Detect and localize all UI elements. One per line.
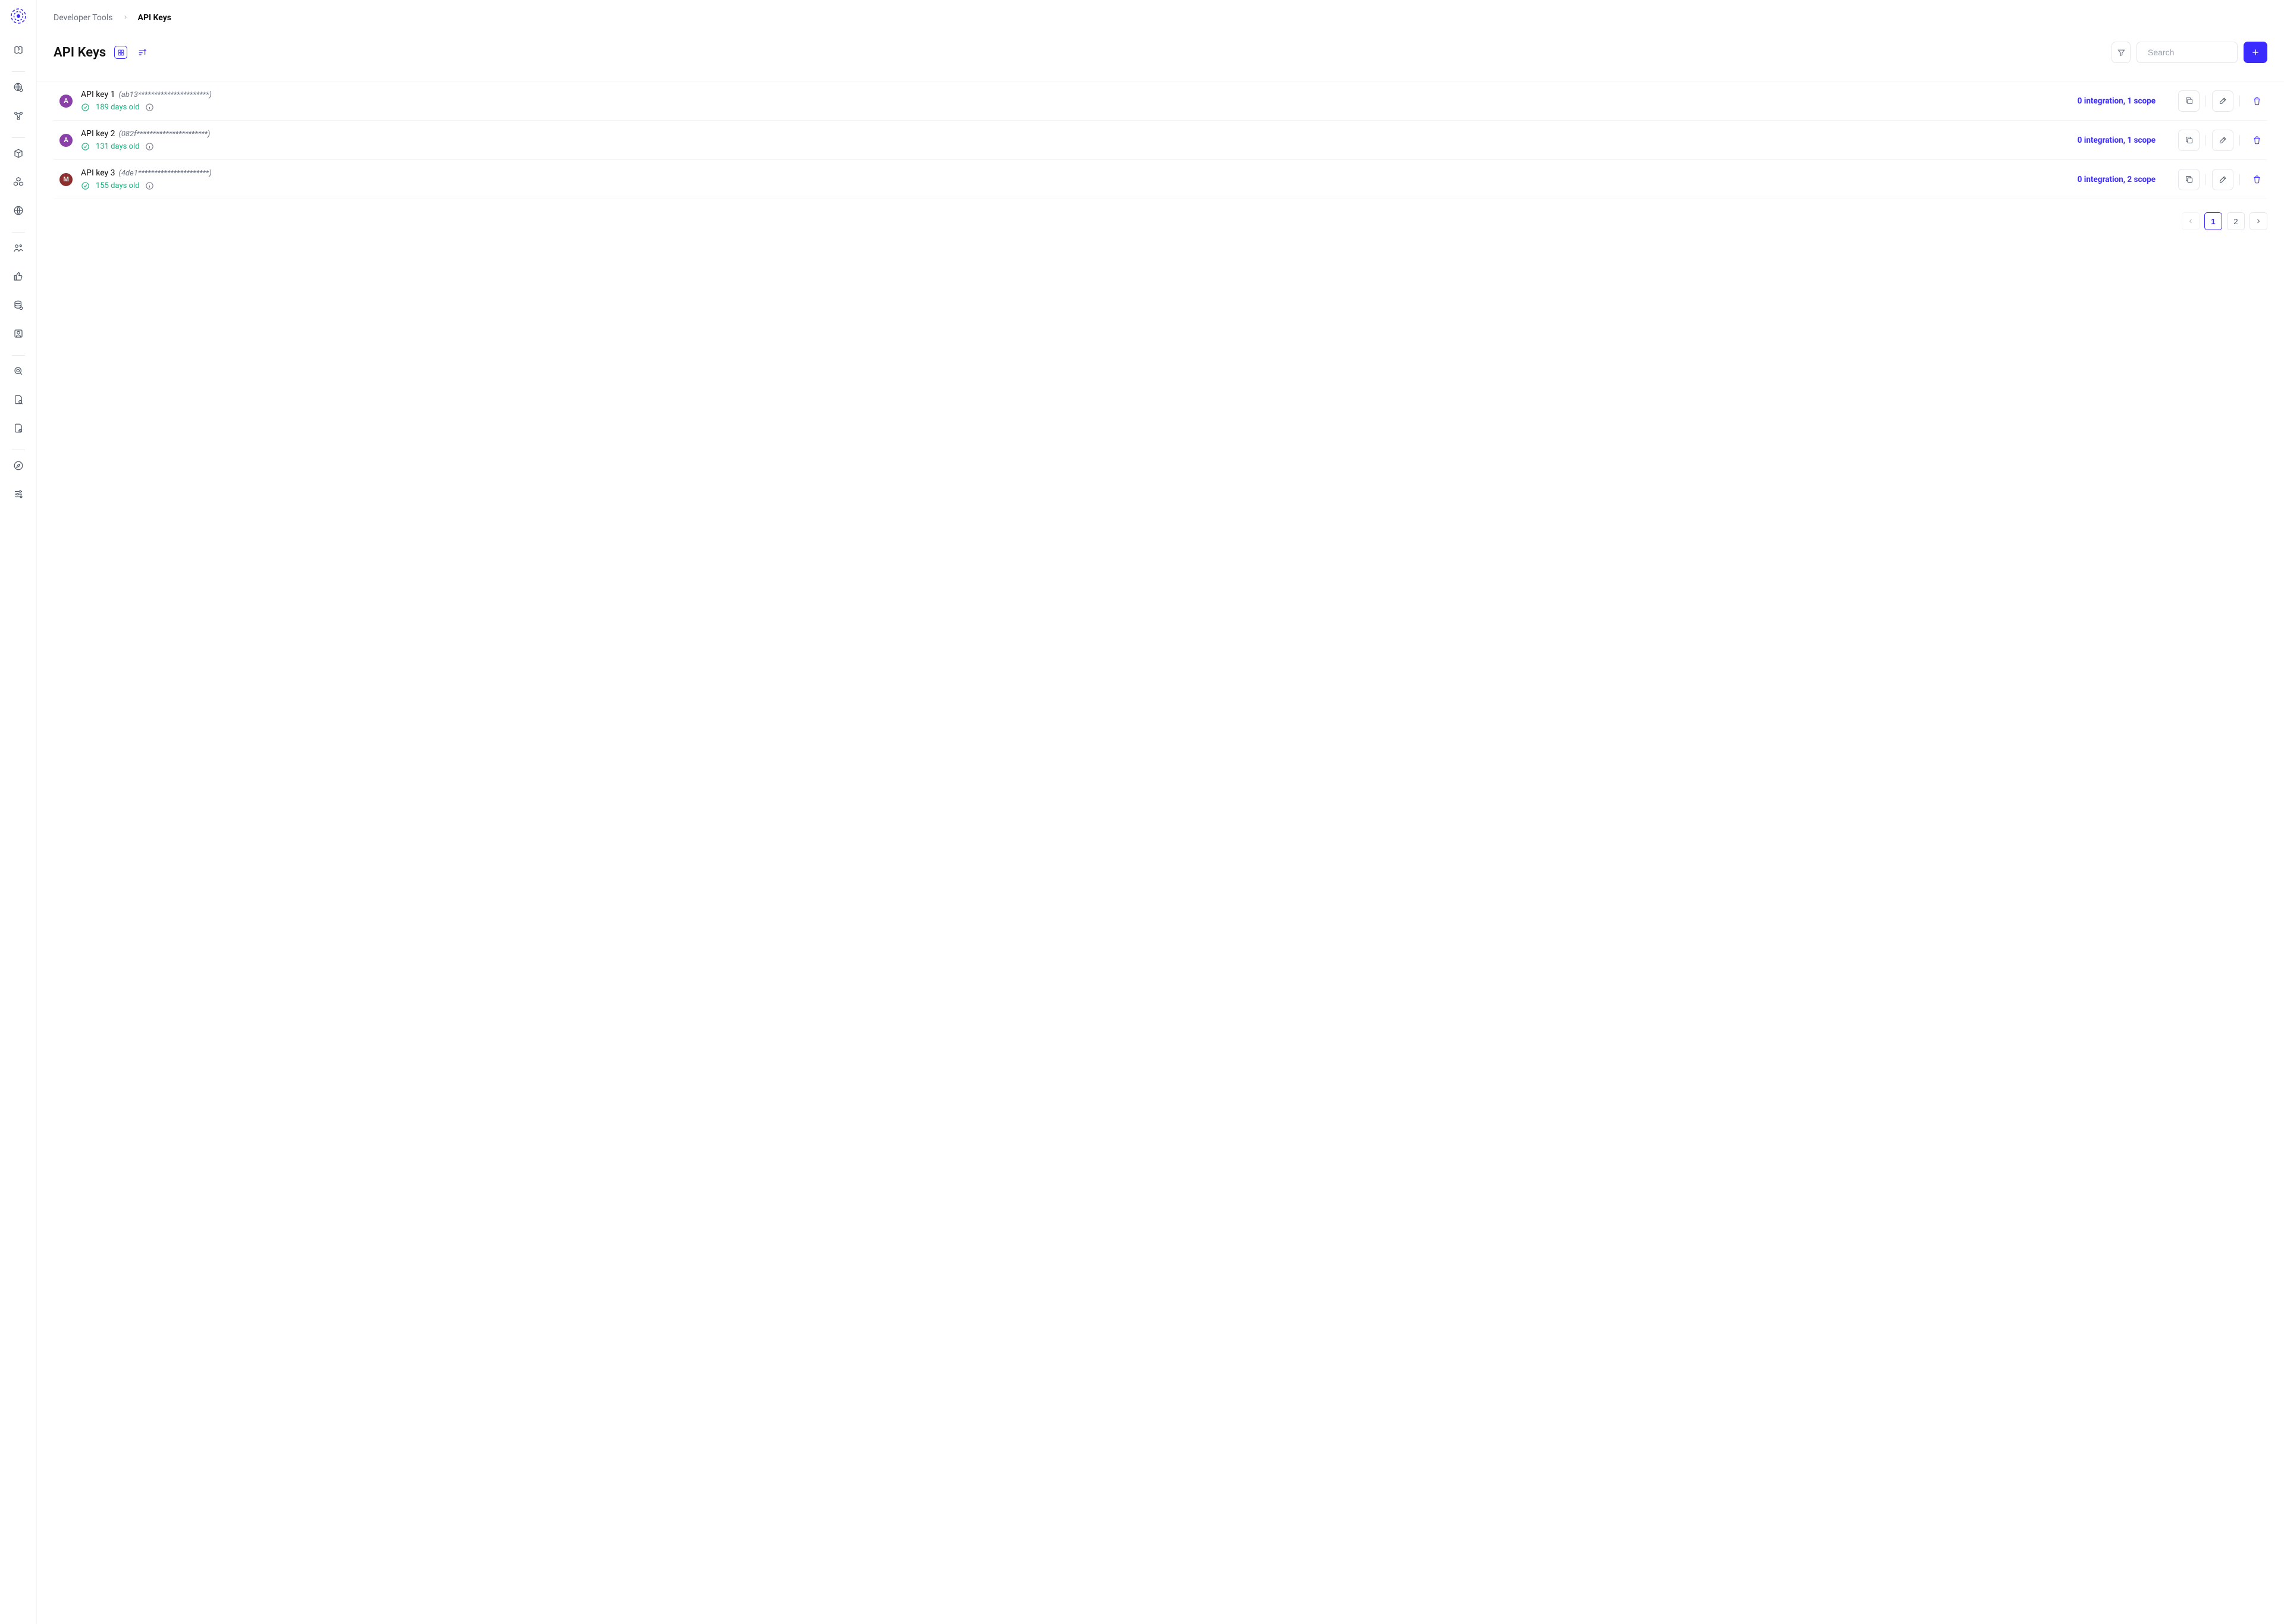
avatar: M	[59, 173, 73, 186]
page-header: API Keys	[37, 33, 2284, 81]
api-key-meta: 0 integration, 2 scope	[2078, 175, 2156, 184]
nav-doc-block-icon[interactable]	[8, 417, 29, 439]
copy-button[interactable]	[2178, 90, 2200, 112]
nav-cubes-icon[interactable]	[8, 171, 29, 193]
nav-users-icon[interactable]	[8, 237, 29, 259]
api-key-row[interactable]: A API key 1 ab13********************** 1…	[54, 81, 2267, 121]
check-circle-icon	[81, 142, 90, 151]
nav-contact-icon[interactable]	[8, 323, 29, 344]
nav-compass-icon[interactable]	[8, 455, 29, 476]
api-key-row[interactable]: M API key 3 4de1********************** 1…	[54, 160, 2267, 199]
pagination: 12	[37, 199, 2284, 243]
edit-button[interactable]	[2212, 130, 2233, 151]
copy-button[interactable]	[2178, 130, 2200, 151]
nav-database-icon[interactable]	[8, 294, 29, 316]
separator	[2239, 96, 2240, 106]
check-circle-icon	[81, 103, 90, 112]
copy-button[interactable]	[2178, 169, 2200, 190]
filter-button[interactable]	[2112, 42, 2131, 63]
main-content: Developer Tools API Keys API Keys	[37, 0, 2284, 1624]
api-keys-list: A API key 1 ab13********************** 1…	[37, 81, 2284, 199]
info-icon[interactable]	[145, 142, 154, 151]
avatar: A	[59, 95, 73, 108]
delete-button[interactable]	[2246, 130, 2267, 151]
api-key-age: 131 days old	[96, 142, 139, 151]
nav-cube-icon[interactable]	[8, 143, 29, 164]
page-title: API Keys	[54, 45, 106, 60]
edit-button[interactable]	[2212, 90, 2233, 112]
breadcrumb: Developer Tools API Keys	[37, 0, 2284, 33]
nav-activity-icon[interactable]	[8, 39, 29, 61]
separator	[2239, 135, 2240, 146]
view-toggle-button[interactable]	[114, 46, 127, 59]
breadcrumb-parent[interactable]: Developer Tools	[54, 13, 113, 23]
nav-doc-search-icon[interactable]	[8, 389, 29, 410]
separator	[2239, 174, 2240, 185]
api-key-name: API key 1	[81, 90, 115, 99]
api-key-row[interactable]: A API key 2 082f********************** 1…	[54, 121, 2267, 160]
separator	[2205, 174, 2206, 185]
logo[interactable]	[10, 7, 27, 25]
page-number-button[interactable]: 2	[2227, 212, 2245, 230]
sidebar	[0, 0, 37, 1624]
plus-icon	[2251, 48, 2260, 57]
nav-thumbs-icon[interactable]	[8, 266, 29, 287]
api-key-meta: 0 integration, 1 scope	[2078, 136, 2156, 145]
info-icon[interactable]	[145, 103, 154, 112]
chevron-right-icon	[123, 13, 128, 23]
delete-button[interactable]	[2246, 90, 2267, 112]
edit-button[interactable]	[2212, 169, 2233, 190]
page-number-button[interactable]: 1	[2204, 212, 2222, 230]
search-field[interactable]	[2136, 42, 2238, 63]
api-key-mask: 082f**********************	[119, 130, 211, 139]
delete-button[interactable]	[2246, 169, 2267, 190]
add-button[interactable]	[2244, 42, 2267, 63]
nav-network-icon[interactable]	[8, 105, 29, 127]
api-key-meta: 0 integration, 1 scope	[2078, 96, 2156, 106]
separator	[2205, 96, 2206, 106]
nav-globe-gear-icon[interactable]	[8, 77, 29, 98]
breadcrumb-current: API Keys	[138, 13, 171, 23]
nav-globe-icon[interactable]	[8, 200, 29, 221]
nav-settings-icon[interactable]	[8, 483, 29, 505]
avatar: A	[59, 134, 73, 147]
page-next-button[interactable]	[2250, 212, 2267, 230]
api-key-age: 189 days old	[96, 103, 139, 112]
sort-button[interactable]	[136, 46, 149, 59]
separator	[2205, 135, 2206, 146]
nav-zoom-icon[interactable]	[8, 360, 29, 382]
api-key-mask: ab13**********************	[119, 90, 212, 99]
api-key-age: 155 days old	[96, 181, 139, 190]
check-circle-icon	[81, 181, 90, 190]
api-key-name: API key 2	[81, 129, 115, 139]
info-icon[interactable]	[145, 181, 154, 190]
page-prev-button[interactable]	[2182, 212, 2200, 230]
api-key-mask: 4de1**********************	[119, 169, 212, 178]
search-input[interactable]	[2147, 47, 2257, 58]
api-key-name: API key 3	[81, 168, 115, 178]
